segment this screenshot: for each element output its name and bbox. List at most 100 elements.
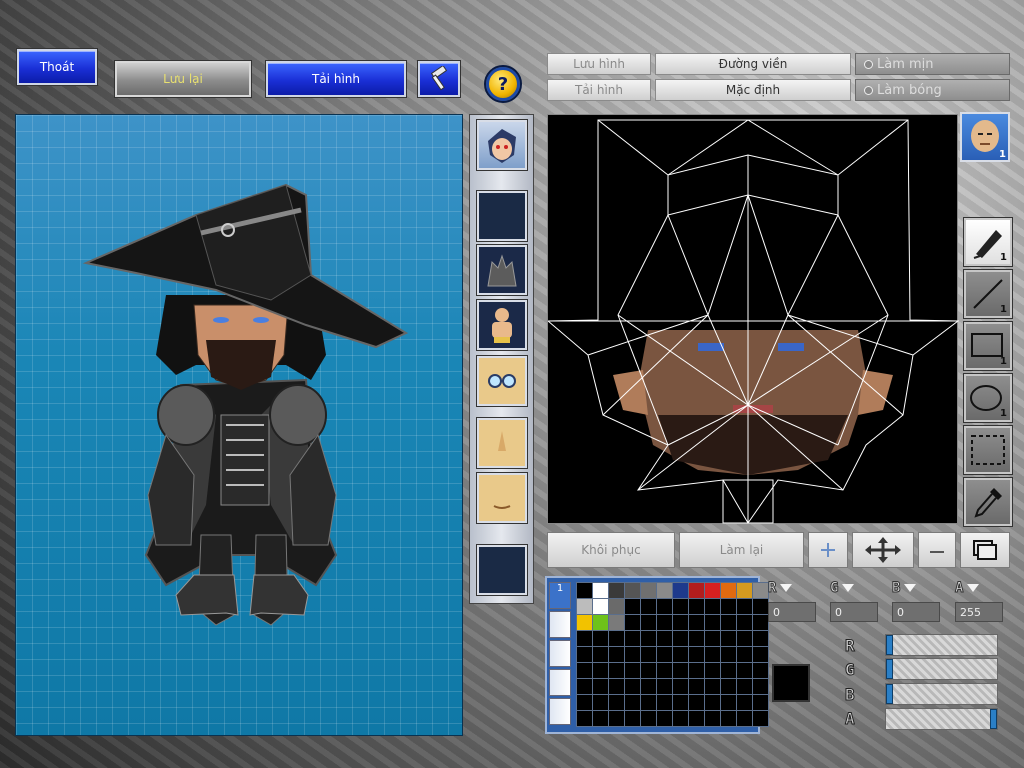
palette-swatch[interactable] <box>737 583 752 598</box>
layer-portrait[interactable]: 1 <box>960 112 1010 162</box>
palette-swatch[interactable] <box>593 631 608 646</box>
nose-part-thumb[interactable] <box>476 417 528 469</box>
b-channel-dropdown[interactable]: B <box>891 578 940 598</box>
line-tool[interactable]: 1 <box>963 269 1013 319</box>
palette-swatch[interactable] <box>705 583 720 598</box>
palette-swatch[interactable] <box>705 631 720 646</box>
tab-load-image[interactable]: Tải hình <box>547 79 651 101</box>
face-part-thumb[interactable] <box>476 119 528 171</box>
g-value-input[interactable]: 0 <box>830 602 878 622</box>
r-value-input[interactable]: 0 <box>768 602 816 622</box>
palette-swatch[interactable] <box>609 647 624 662</box>
palette-swatch[interactable] <box>577 663 592 678</box>
palette-swatch[interactable] <box>737 631 752 646</box>
tab-outline[interactable]: Đường viền <box>655 53 851 75</box>
palette-swatch[interactable] <box>577 583 592 598</box>
restore-button[interactable]: Khôi phục <box>547 532 675 568</box>
palette-swatch[interactable] <box>577 599 592 614</box>
r-channel-dropdown[interactable]: R <box>767 578 816 598</box>
palette-swatch[interactable] <box>625 695 640 710</box>
empty-part-slot-bottom[interactable] <box>476 544 528 596</box>
palette-swatch[interactable] <box>593 583 608 598</box>
g-channel-dropdown[interactable]: G <box>829 578 878 598</box>
ellipse-tool[interactable]: 1 <box>963 373 1013 423</box>
palette-swatch[interactable] <box>641 583 656 598</box>
palette-swatch[interactable] <box>609 695 624 710</box>
palette-swatch[interactable] <box>609 599 624 614</box>
palette-swatch[interactable] <box>753 631 768 646</box>
save-button[interactable]: Lưu lại <box>114 60 252 98</box>
a-slider[interactable] <box>885 708 998 730</box>
palette-swatch[interactable] <box>753 647 768 662</box>
palette-swatch[interactable] <box>593 599 608 614</box>
b-slider[interactable] <box>885 683 998 705</box>
palette-swatch[interactable] <box>689 679 704 694</box>
palette-swatch[interactable] <box>641 679 656 694</box>
palette-swatch[interactable] <box>705 695 720 710</box>
palette-swatch[interactable] <box>689 583 704 598</box>
exit-button[interactable]: Thoát <box>16 48 98 86</box>
palette-swatch[interactable] <box>609 615 624 630</box>
palette-swatch[interactable] <box>737 679 752 694</box>
palette-swatch[interactable] <box>593 711 608 726</box>
palette-swatch[interactable] <box>689 695 704 710</box>
palette-swatch[interactable] <box>641 631 656 646</box>
palette-swatch[interactable] <box>689 599 704 614</box>
palette-swatch[interactable] <box>689 647 704 662</box>
palette-swatch[interactable] <box>641 663 656 678</box>
palette-swatch[interactable] <box>673 615 688 630</box>
move-button[interactable] <box>852 532 914 568</box>
palette-swatch[interactable] <box>641 647 656 662</box>
palette-swatch[interactable] <box>673 583 688 598</box>
g-slider-knob[interactable] <box>886 659 893 679</box>
rectangle-tool[interactable]: 1 <box>963 321 1013 371</box>
palette-swatch[interactable] <box>721 583 736 598</box>
help-button[interactable]: ? <box>484 65 522 103</box>
palette-swatch[interactable] <box>577 711 592 726</box>
palette-swatch[interactable] <box>737 711 752 726</box>
palette-swatch[interactable] <box>673 663 688 678</box>
palette-swatch[interactable] <box>641 695 656 710</box>
palette-swatch[interactable] <box>753 679 768 694</box>
palette-tab-5[interactable] <box>549 698 571 725</box>
shade-radio[interactable]: Làm bóng <box>855 79 1010 101</box>
palette-swatch[interactable] <box>705 615 720 630</box>
palette-swatch[interactable] <box>625 663 640 678</box>
palette-swatch[interactable] <box>609 711 624 726</box>
palette-swatch[interactable] <box>625 615 640 630</box>
palette-swatch[interactable] <box>737 615 752 630</box>
zoom-out-button[interactable] <box>918 532 956 568</box>
mouth-part-thumb[interactable] <box>476 472 528 524</box>
palette-swatch[interactable] <box>657 711 672 726</box>
palette-swatch[interactable] <box>705 647 720 662</box>
layer-toggle-button[interactable] <box>960 532 1010 568</box>
palette-swatch[interactable] <box>673 647 688 662</box>
palette-swatch[interactable] <box>657 679 672 694</box>
palette-tab-3[interactable] <box>549 640 571 667</box>
hammer-button[interactable] <box>417 60 461 98</box>
palette-swatch[interactable] <box>705 679 720 694</box>
palette-swatch[interactable] <box>721 647 736 662</box>
palette-swatch[interactable] <box>577 679 592 694</box>
redo-button[interactable]: Làm lại <box>679 532 804 568</box>
tab-default[interactable]: Mặc định <box>655 79 851 101</box>
g-slider[interactable] <box>885 658 998 680</box>
load-image-button[interactable]: Tải hình <box>265 60 407 98</box>
palette-swatch[interactable] <box>689 615 704 630</box>
wolf-part-thumb[interactable] <box>476 244 528 296</box>
palette-swatch[interactable] <box>657 615 672 630</box>
palette-swatch[interactable] <box>689 711 704 726</box>
palette-swatch[interactable] <box>625 679 640 694</box>
palette-swatch[interactable] <box>609 679 624 694</box>
palette-swatch[interactable] <box>721 631 736 646</box>
palette-swatch[interactable] <box>657 599 672 614</box>
palette-swatch[interactable] <box>721 663 736 678</box>
palette-swatch[interactable] <box>657 583 672 598</box>
a-channel-dropdown[interactable]: A <box>954 578 1003 598</box>
palette-swatch[interactable] <box>753 615 768 630</box>
palette-swatch[interactable] <box>721 711 736 726</box>
palette-swatch[interactable] <box>737 647 752 662</box>
palette-swatch[interactable] <box>577 647 592 662</box>
palette-tab-4[interactable] <box>549 669 571 696</box>
palette-swatch[interactable] <box>657 663 672 678</box>
